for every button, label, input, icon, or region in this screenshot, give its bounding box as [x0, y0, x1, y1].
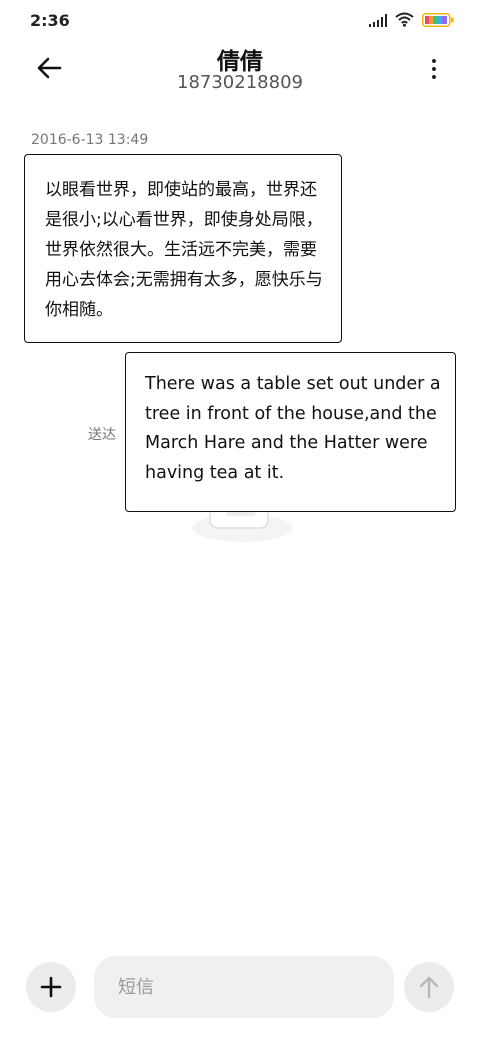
more-vertical-icon — [432, 59, 436, 63]
add-attachment-button[interactable] — [26, 962, 76, 1012]
more-options-button[interactable] — [422, 56, 446, 82]
contact-phone-number: 18730218809 — [177, 72, 303, 93]
send-button[interactable] — [404, 962, 454, 1012]
contact-name: 倩倩 — [217, 49, 263, 75]
delivery-status: 送达 — [88, 427, 116, 443]
received-message-bubble[interactable]: 以眼看世界，即使站的最高，世界还是很小;以心看世界，即使身处局限，世界依然很大。… — [24, 154, 342, 343]
status-bar: 2:36 — [0, 0, 480, 40]
status-time: 2:36 — [30, 11, 70, 30]
status-icons — [369, 12, 454, 27]
plus-icon — [40, 976, 62, 998]
arrow-up-icon — [419, 976, 439, 999]
message-input[interactable] — [94, 956, 394, 1018]
message-timestamp: 2016-6-13 13:49 — [31, 132, 149, 148]
signal-icon — [369, 13, 387, 27]
wifi-icon — [395, 12, 414, 27]
battery-icon — [422, 12, 454, 27]
sent-message-bubble[interactable]: There was a table set out under a tree i… — [125, 352, 456, 512]
